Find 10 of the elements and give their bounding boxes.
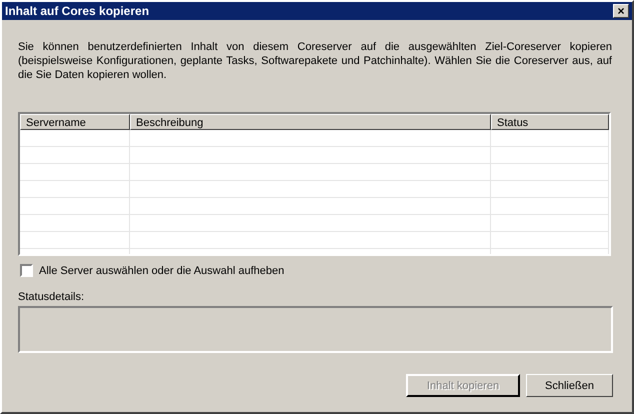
column-header[interactable]: Status — [491, 114, 609, 130]
checkbox-label[interactable]: Alle Server auswählen oder die Auswahl aufheben — [39, 264, 284, 276]
status-details-label: Statusdetails: — [18, 291, 86, 303]
window-title: Inhalt auf Cores kopieren — [5, 4, 150, 18]
description-text: Sie können benutzerdefinierten Inhalt von diesem Coreserver auf die ausgewählten Ziel-Coreserver kopieren (beispielsweise Konfigurationen, geplante Tasks, Softwarepakete und Patchinhalte). Wählen Sie die Coreserver aus, auf die Sie Daten kopieren wollen. — [18, 40, 612, 82]
column-header[interactable]: Beschreibung — [130, 114, 491, 130]
checkbox[interactable] — [20, 264, 33, 277]
column-header[interactable]: Servername — [20, 114, 130, 130]
dialog-button[interactable]: Schließen — [526, 374, 613, 397]
close-button[interactable]: × — [613, 4, 629, 18]
